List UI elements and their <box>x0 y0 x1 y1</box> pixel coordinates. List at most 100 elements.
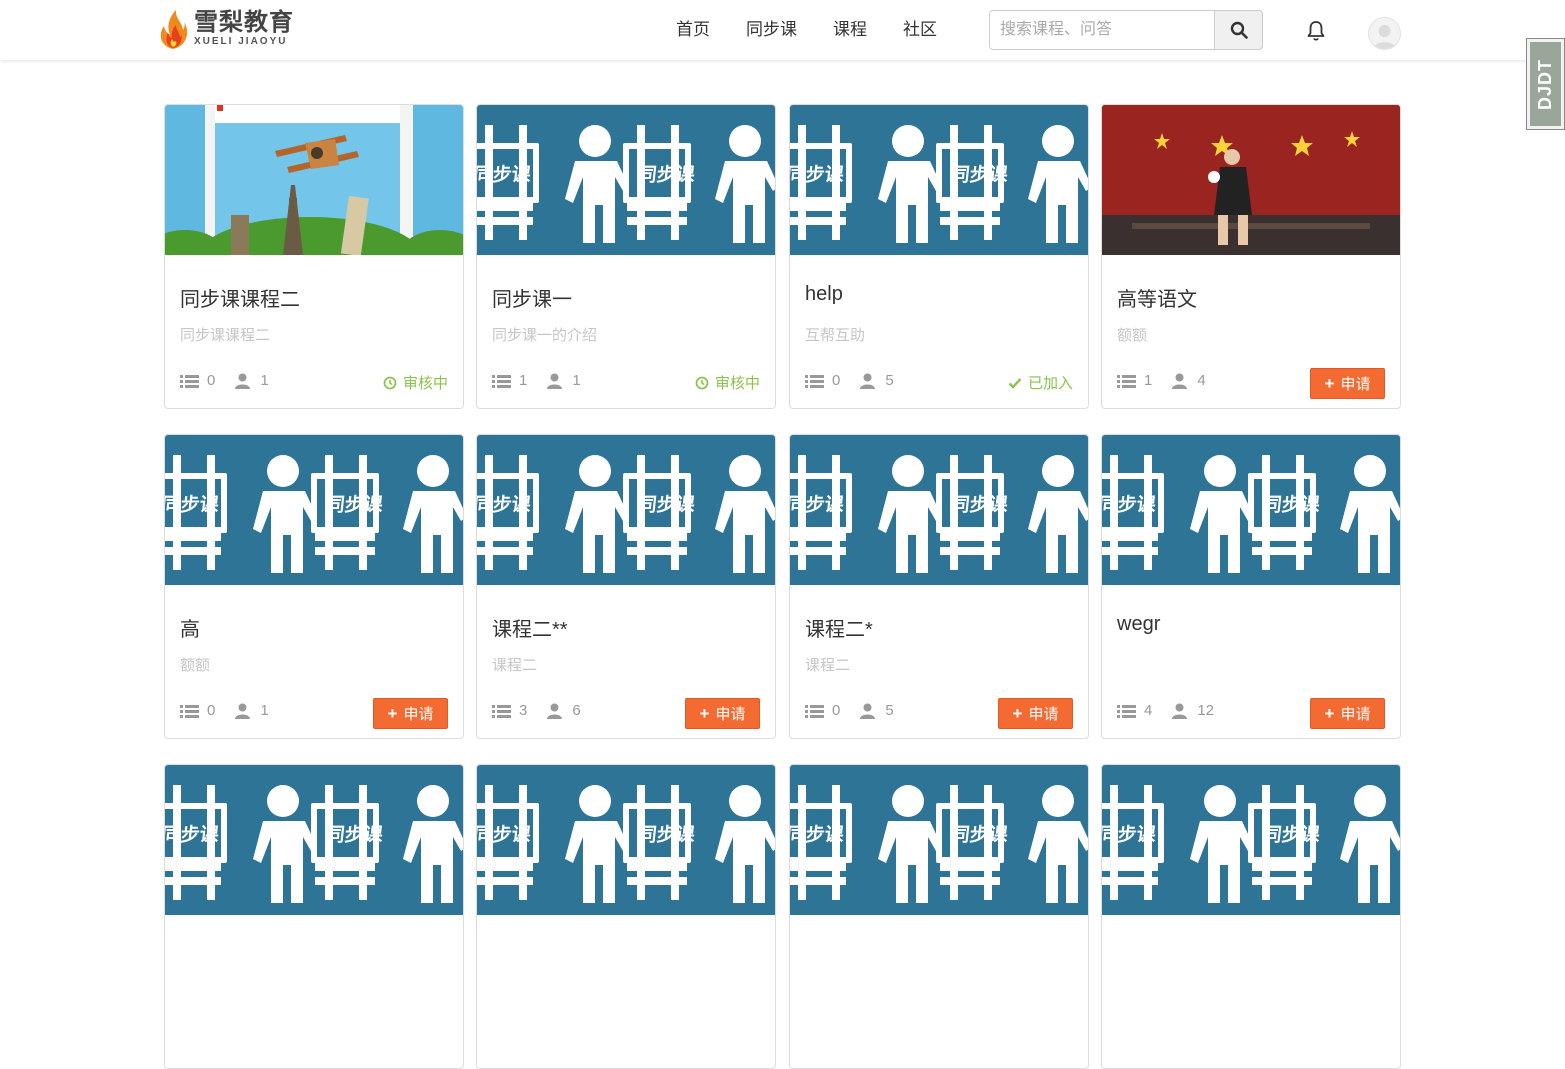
course-subtitle: 同步课课程二 <box>180 327 271 344</box>
clock-icon <box>695 376 709 389</box>
list-icon <box>180 704 199 718</box>
status-text: 审核中 <box>402 375 448 392</box>
search-bar <box>989 10 1263 50</box>
lesson-count: 0 <box>832 372 841 389</box>
lesson-count: 0 <box>207 372 216 389</box>
student-count: 5 <box>885 702 894 719</box>
course-card[interactable]: 同步课一 同步课一的介绍 1 1 审核中 <box>476 104 776 409</box>
list-icon <box>805 374 824 388</box>
course-card[interactable] <box>476 764 776 1069</box>
search-input[interactable] <box>989 10 1214 50</box>
lesson-count: 0 <box>207 702 216 719</box>
user-icon <box>860 373 876 389</box>
course-cover-image <box>1102 435 1400 585</box>
avatar-icon <box>1373 25 1396 49</box>
course-cover-image <box>165 105 463 255</box>
course-cover-image <box>477 765 775 915</box>
student-count: 12 <box>1197 702 1215 719</box>
apply-button[interactable]: + 申请 <box>1310 368 1385 399</box>
lesson-count: 1 <box>519 372 528 389</box>
course-card[interactable]: 高 额额 0 1 + 申请 <box>164 434 464 739</box>
student-count: 1 <box>260 372 269 389</box>
nav-item-sync-class[interactable]: 同步课 <box>734 0 809 60</box>
course-cover-image <box>477 105 775 255</box>
clock-icon <box>383 376 397 389</box>
course-subtitle: 额额 <box>180 657 211 674</box>
plus-icon: + <box>1012 703 1023 723</box>
search-button[interactable] <box>1214 10 1263 50</box>
course-title: wegr <box>1117 613 1161 635</box>
plus-icon: + <box>1324 373 1335 393</box>
course-cover-image <box>1102 105 1400 255</box>
user-icon <box>1172 373 1188 389</box>
course-subtitle: 额额 <box>1117 327 1148 344</box>
student-count: 5 <box>885 372 894 389</box>
status-badge: 审核中 <box>695 372 760 393</box>
apply-label: 申请 <box>1340 706 1371 723</box>
bell-icon[interactable] <box>1304 19 1328 43</box>
course-title: 同步课课程二 <box>180 289 300 311</box>
course-cover-image <box>165 765 463 915</box>
course-card[interactable]: help 互帮互助 0 5 已加入 <box>789 104 1089 409</box>
brand-logo[interactable]: 雪梨教育 XUELI JIAOYU <box>156 8 294 50</box>
course-cover-image <box>790 105 1088 255</box>
user-avatar[interactable] <box>1368 17 1401 50</box>
list-icon <box>492 374 511 388</box>
course-card[interactable] <box>789 764 1089 1069</box>
apply-button[interactable]: + 申请 <box>373 698 448 729</box>
status-badge: 已加入 <box>1008 372 1073 393</box>
status-text: 已加入 <box>1027 375 1073 392</box>
debug-toolbar-tab[interactable]: DJDT <box>1526 38 1565 130</box>
course-card[interactable]: 同步课课程二 同步课课程二 0 1 审核中 <box>164 104 464 409</box>
top-header: 雪梨教育 XUELI JIAOYU 首页 同步课 课程 社区 <box>0 0 1565 60</box>
apply-label: 申请 <box>1028 706 1059 723</box>
plus-icon: + <box>699 703 710 723</box>
course-cover-image <box>165 435 463 585</box>
nav-item-home[interactable]: 首页 <box>664 0 722 60</box>
brand-name-latin: XUELI JIAOYU <box>194 36 288 47</box>
apply-button[interactable]: + 申请 <box>998 698 1073 729</box>
course-card[interactable]: 课程二** 课程二 3 6 + 申请 <box>476 434 776 739</box>
course-title: 课程二* <box>805 619 873 641</box>
course-card[interactable]: 高等语文 额额 1 4 + 申请 <box>1101 104 1401 409</box>
course-title: help <box>805 283 843 305</box>
status-badge: 审核中 <box>383 372 448 393</box>
flame-logo-icon <box>160 10 188 49</box>
apply-button[interactable]: + 申请 <box>1310 698 1385 729</box>
lesson-count: 0 <box>832 702 841 719</box>
lesson-count: 1 <box>1144 372 1153 389</box>
apply-label: 申请 <box>715 706 746 723</box>
plus-icon: + <box>1324 703 1335 723</box>
course-card[interactable] <box>1101 764 1401 1069</box>
list-icon <box>805 704 824 718</box>
apply-label: 申请 <box>1340 376 1371 393</box>
lesson-count: 3 <box>519 702 528 719</box>
course-card[interactable]: wegr 4 12 + 申请 <box>1101 434 1401 739</box>
apply-button[interactable]: + 申请 <box>685 698 760 729</box>
course-subtitle: 课程二 <box>805 657 851 674</box>
student-count: 1 <box>260 702 269 719</box>
course-title: 同步课一 <box>492 289 572 311</box>
course-cover-image <box>790 435 1088 585</box>
list-icon <box>492 704 511 718</box>
plus-icon: + <box>387 703 398 723</box>
course-subtitle: 同步课一的介绍 <box>492 327 598 344</box>
course-cover-image <box>790 765 1088 915</box>
user-icon <box>860 703 876 719</box>
status-text: 审核中 <box>714 375 760 392</box>
brand-name: 雪梨教育 <box>194 9 294 36</box>
nav-item-community[interactable]: 社区 <box>891 0 949 60</box>
course-title: 课程二** <box>492 619 568 641</box>
main-nav: 首页 同步课 课程 社区 <box>664 0 961 60</box>
list-icon <box>1117 704 1136 718</box>
lesson-count: 4 <box>1144 702 1153 719</box>
course-subtitle: 课程二 <box>492 657 538 674</box>
course-card[interactable] <box>164 764 464 1069</box>
check-icon <box>1008 377 1022 389</box>
user-icon <box>1172 703 1188 719</box>
course-title: 高等语文 <box>1117 289 1197 311</box>
course-card[interactable]: 课程二* 课程二 0 5 + 申请 <box>789 434 1089 739</box>
student-count: 1 <box>572 372 581 389</box>
nav-item-courses[interactable]: 课程 <box>821 0 879 60</box>
user-icon <box>235 703 251 719</box>
